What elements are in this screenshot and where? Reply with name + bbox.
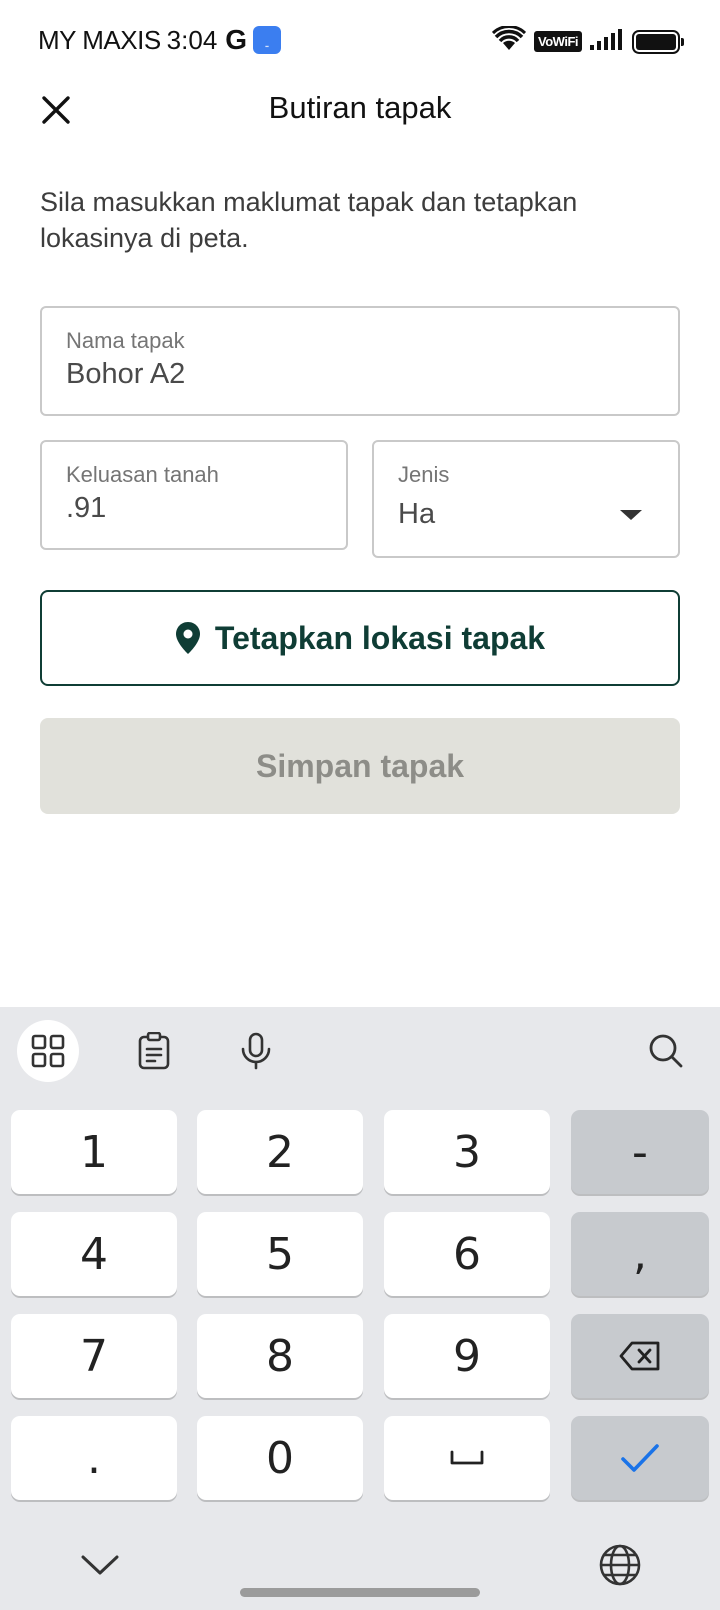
intro-text: Sila masukkan maklumat tapak dan tetapka… <box>40 187 578 253</box>
enter-key[interactable] <box>571 1416 709 1500</box>
key-4[interactable]: 4 <box>11 1212 177 1296</box>
vowifi-icon: VoWiFi <box>534 31 582 52</box>
land-area-label: Keluasan tanah <box>66 462 219 487</box>
key-3[interactable]: 3 <box>384 1110 550 1194</box>
site-name-value[interactable]: Bohor A2 <box>66 358 185 391</box>
save-site-label: Simpan tapak <box>255 747 465 784</box>
status-time: 3:04 <box>166 24 218 55</box>
key-5[interactable]: 5 <box>197 1212 363 1296</box>
language-button[interactable] <box>590 1535 650 1595</box>
mic-icon[interactable] <box>225 1020 287 1082</box>
dropdown-arrow-icon <box>620 510 642 520</box>
space-key[interactable] <box>384 1416 550 1500</box>
site-name-label: Nama tapak <box>66 328 185 353</box>
chevron-down-icon <box>81 1555 119 1575</box>
clipboard-icon[interactable] <box>123 1020 185 1082</box>
carrier-name: MY MAXIS <box>38 24 161 55</box>
space-icon <box>450 1450 484 1465</box>
key-9[interactable]: 9 <box>384 1314 550 1398</box>
set-location-button[interactable]: Tetapkan lokasi tapak <box>40 590 680 686</box>
wifi-icon <box>491 25 527 57</box>
page-title: Butiran tapak <box>268 90 452 125</box>
check-icon <box>621 1444 659 1472</box>
backspace-icon <box>619 1341 660 1371</box>
status-right: VoWiFi <box>491 25 684 57</box>
key-2[interactable]: 2 <box>197 1110 363 1194</box>
header: Butiran tapak <box>0 84 720 168</box>
key-8[interactable]: 8 <box>197 1314 363 1398</box>
google-icon: G <box>225 24 248 55</box>
set-location-label: Tetapkan lokasi tapak <box>214 619 546 656</box>
keyboard-toolbar <box>0 1007 720 1099</box>
location-pin-icon <box>175 622 200 654</box>
hide-keyboard-button[interactable] <box>70 1535 130 1595</box>
status-bar: MY MAXIS 3:04 G ▪▪ VoWiFi <box>0 0 720 84</box>
globe-icon <box>599 1544 641 1586</box>
key-dot[interactable]: . <box>11 1416 177 1500</box>
key-7[interactable]: 7 <box>11 1314 177 1398</box>
backspace-key[interactable] <box>571 1314 709 1398</box>
save-site-button[interactable]: Simpan tapak <box>40 718 680 814</box>
land-area-value[interactable]: .91 <box>66 492 106 525</box>
key-6[interactable]: 6 <box>384 1212 550 1296</box>
land-area-field[interactable]: Keluasan tanah .91 <box>40 440 348 550</box>
key-0[interactable]: 0 <box>197 1416 363 1500</box>
numeric-keyboard: 1 2 3 - 4 5 6 , 7 8 9 . 0 <box>0 1007 720 1610</box>
unit-type-value: Ha <box>398 498 436 530</box>
battery-icon <box>632 29 684 54</box>
key-1[interactable]: 1 <box>11 1110 177 1194</box>
app-notification-icon: ▪▪ <box>253 26 282 54</box>
key-comma[interactable]: , <box>571 1212 709 1296</box>
search-icon[interactable] <box>635 1020 697 1082</box>
key-minus[interactable]: - <box>571 1110 709 1194</box>
grid-icon[interactable] <box>17 1020 79 1082</box>
unit-type-dropdown[interactable]: Jenis Ha <box>372 440 680 558</box>
signal-icon <box>590 28 624 55</box>
status-left: MY MAXIS 3:04 G ▪▪ <box>38 24 282 56</box>
unit-type-label: Jenis <box>398 462 450 487</box>
home-indicator[interactable] <box>240 1588 480 1597</box>
site-name-field[interactable]: Nama tapak Bohor A2 <box>40 306 680 416</box>
